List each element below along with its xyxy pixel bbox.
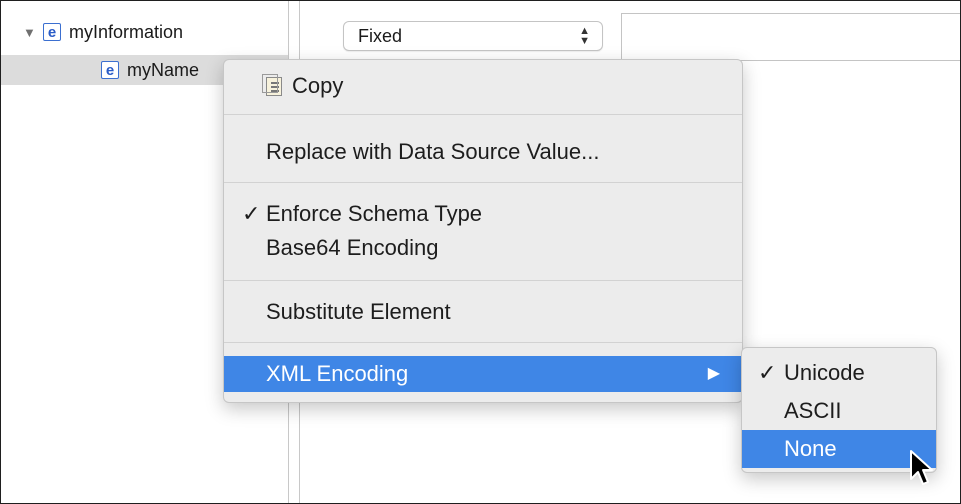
menu-separator — [224, 114, 742, 115]
checkmark-icon: ✓ — [242, 201, 261, 226]
submenu-item-label: Unicode — [784, 360, 865, 385]
tree-item-label: myInformation — [69, 21, 184, 42]
checkmark-icon: ✓ — [758, 360, 777, 385]
submenu-item-unicode[interactable]: ✓ Unicode — [742, 354, 936, 392]
element-icon: e — [101, 61, 119, 79]
menu-separator — [224, 280, 742, 281]
context-menu: Copy Replace with Data Source Value... ✓… — [223, 59, 743, 403]
copy-icon — [262, 74, 282, 96]
menu-item-label: XML Encoding — [266, 361, 409, 386]
menu-separator — [224, 182, 742, 183]
menu-separator — [224, 342, 742, 343]
tree-item-myinformation[interactable]: ▼ e myInformation — [1, 17, 288, 47]
mouse-cursor-icon — [910, 450, 933, 485]
app-window: ▼ e myInformation e myName Fixed ▲ ▼ Copy… — [0, 0, 961, 504]
element-icon: e — [43, 23, 61, 41]
menu-item-label: Substitute Element — [266, 299, 451, 324]
xml-encoding-submenu: ✓ Unicode ASCII None — [741, 347, 937, 473]
menu-item-label: Enforce Schema Type — [266, 201, 483, 226]
submenu-item-label: ASCII — [784, 398, 842, 423]
menu-item-base64-encoding[interactable]: Base64 Encoding — [224, 230, 742, 266]
tree-item-label: myName — [127, 59, 200, 80]
submenu-arrow-icon: ▶ — [707, 365, 720, 382]
menu-item-replace-with-data-source[interactable]: Replace with Data Source Value... — [224, 134, 742, 170]
menu-item-substitute-element[interactable]: Substitute Element — [224, 294, 742, 330]
submenu-item-none[interactable]: None — [742, 430, 936, 468]
menu-item-label: Replace with Data Source Value... — [266, 139, 600, 164]
menu-item-copy[interactable]: Copy — [224, 68, 742, 104]
menu-item-enforce-schema-type[interactable]: ✓ Enforce Schema Type — [224, 196, 742, 232]
type-dropdown[interactable]: Fixed ▲ ▼ — [343, 21, 603, 51]
value-field[interactable] — [621, 13, 960, 61]
menu-item-label: Copy — [292, 73, 344, 98]
chevron-updown-icon: ▲ ▼ — [579, 25, 590, 47]
menu-item-label: Base64 Encoding — [266, 235, 439, 260]
disclosure-triangle-icon[interactable]: ▼ — [23, 25, 37, 40]
menu-item-xml-encoding[interactable]: XML Encoding ▶ — [224, 356, 742, 392]
submenu-item-ascii[interactable]: ASCII — [742, 392, 936, 430]
submenu-item-label: None — [784, 436, 837, 461]
type-dropdown-value: Fixed — [358, 25, 403, 46]
